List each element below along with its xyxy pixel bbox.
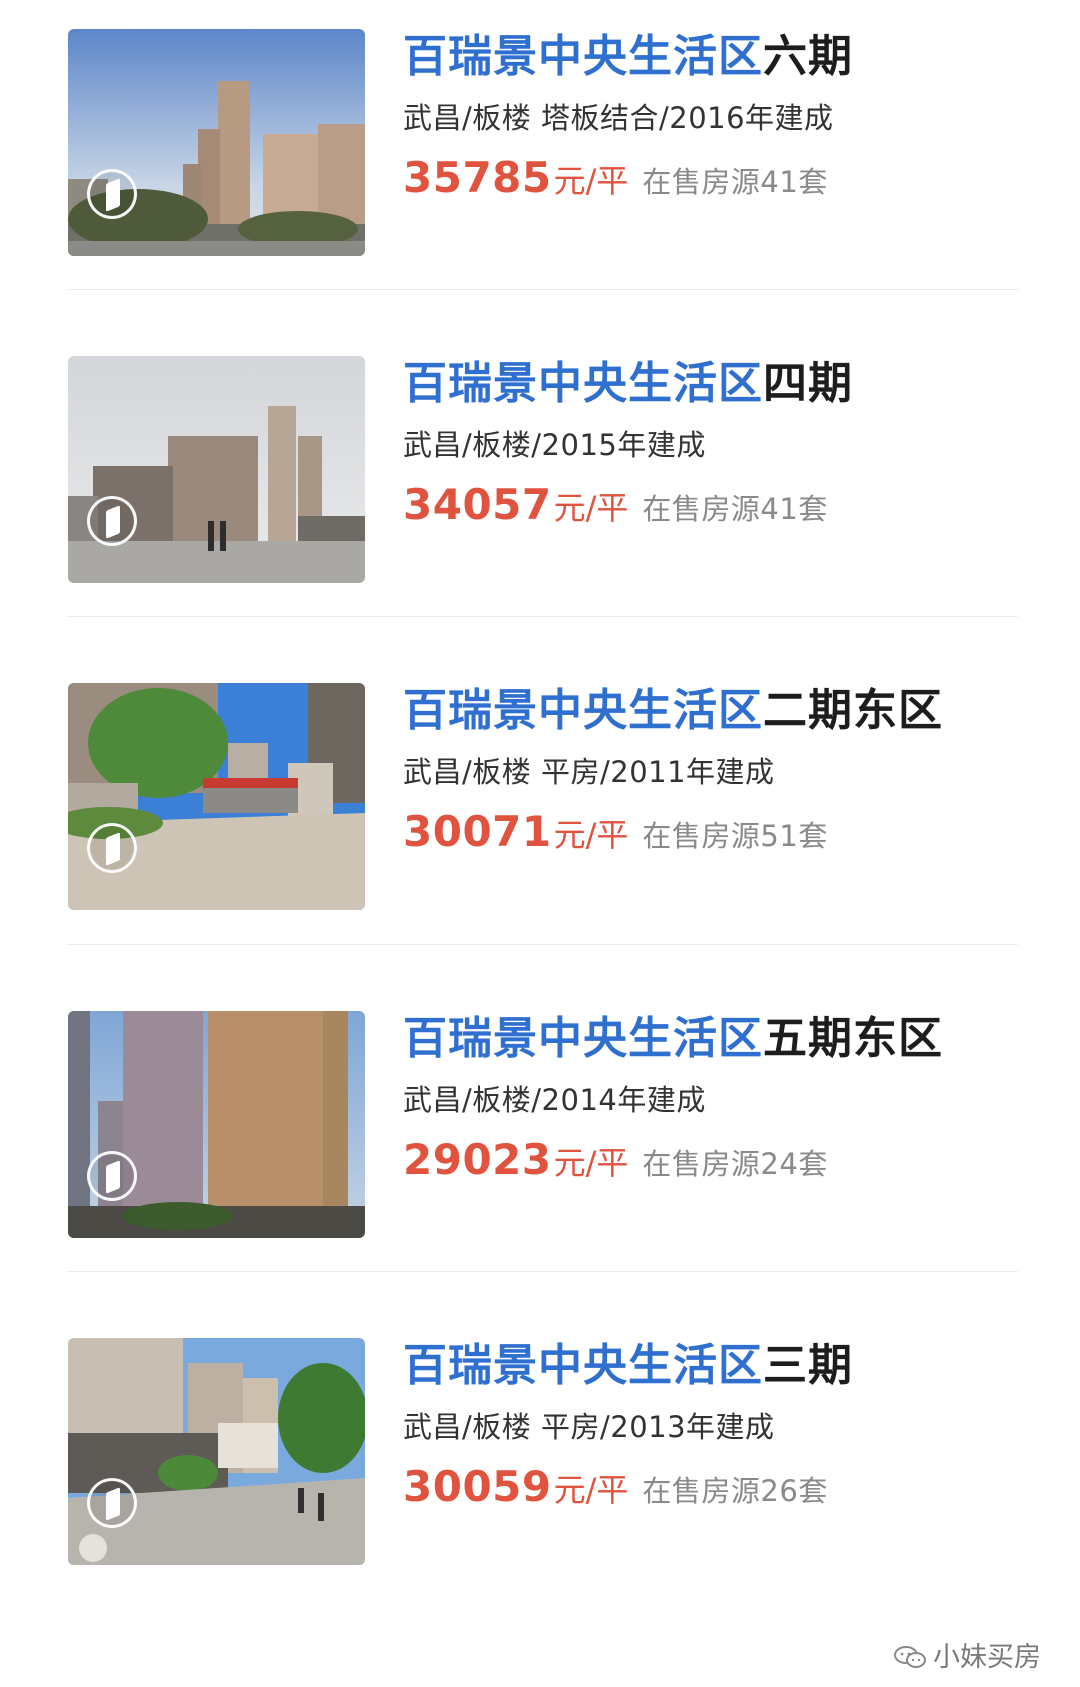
stock-count: 在售房源24套 xyxy=(642,1147,828,1181)
highrise-photo xyxy=(68,1011,365,1238)
title-phase: 六期 xyxy=(763,31,853,82)
list-item[interactable]: 百瑞景中央生活区五期东区 武昌/板楼/2014年建成 29023元/平 在售房源2… xyxy=(68,1011,1018,1239)
listing-meta: 武昌/板楼/2014年建成 xyxy=(403,1083,706,1117)
vr-panorama-icon[interactable] xyxy=(87,1478,137,1528)
price-unit: 元/平 xyxy=(553,1471,629,1509)
title-highlight: 百瑞景中央生活区 xyxy=(403,1340,763,1391)
listing-title[interactable]: 百瑞景中央生活区六期 xyxy=(403,29,853,85)
price-value: 30071 xyxy=(403,807,552,856)
street-towers-photo xyxy=(68,356,365,583)
watermark-text: 小妹买房 xyxy=(933,1642,1041,1673)
listing-meta: 武昌/板楼 平房/2013年建成 xyxy=(403,1410,775,1444)
vr-panorama-icon[interactable] xyxy=(87,496,137,546)
listing-thumbnail[interactable] xyxy=(68,683,365,910)
list-item[interactable]: 百瑞景中央生活区四期 武昌/板楼/2015年建成 34057元/平 在售房源41套 xyxy=(68,356,1018,584)
list-item[interactable]: 百瑞景中央生活区六期 武昌/板楼 塔板结合/2016年建成 35785元/平 在售… xyxy=(68,29,1018,257)
listing-meta: 武昌/板楼 平房/2011年建成 xyxy=(403,755,775,789)
list-item[interactable]: 百瑞景中央生活区二期东区 武昌/板楼 平房/2011年建成 30071元/平 在售… xyxy=(68,683,1018,911)
vr-panorama-icon[interactable] xyxy=(87,169,137,219)
divider xyxy=(68,944,1018,945)
listing-meta: 武昌/板楼 塔板结合/2016年建成 xyxy=(403,101,834,135)
title-phase: 五期东区 xyxy=(763,1013,943,1064)
price-row: 35785元/平 在售房源41套 xyxy=(403,153,828,202)
price-row: 30059元/平 在售房源26套 xyxy=(403,1462,828,1511)
stock-count: 在售房源51套 xyxy=(642,819,828,853)
divider xyxy=(68,1271,1018,1272)
listing-thumbnail[interactable] xyxy=(68,29,365,256)
title-highlight: 百瑞景中央生活区 xyxy=(403,358,763,409)
listing-thumbnail[interactable] xyxy=(68,1338,365,1565)
price-unit: 元/平 xyxy=(553,489,629,527)
price-row: 29023元/平 在售房源24套 xyxy=(403,1135,828,1184)
title-highlight: 百瑞景中央生活区 xyxy=(403,1013,763,1064)
price-value: 34057 xyxy=(403,480,552,529)
divider xyxy=(68,616,1018,617)
stock-count: 在售房源26套 xyxy=(642,1474,828,1508)
price-value: 30059 xyxy=(403,1462,552,1511)
title-highlight: 百瑞景中央生活区 xyxy=(403,685,763,736)
listing-title[interactable]: 百瑞景中央生活区二期东区 xyxy=(403,683,943,739)
watermark: 小妹买房 xyxy=(893,1635,1041,1674)
title-phase: 三期 xyxy=(763,1340,853,1391)
price-row: 34057元/平 在售房源41套 xyxy=(403,480,828,529)
list-item[interactable]: 百瑞景中央生活区三期 武昌/板楼 平房/2013年建成 30059元/平 在售房源… xyxy=(68,1338,1018,1566)
listing-thumbnail[interactable] xyxy=(68,356,365,583)
tower-sky-photo xyxy=(68,29,365,256)
listing-title[interactable]: 百瑞景中央生活区四期 xyxy=(403,356,853,412)
price-unit: 元/平 xyxy=(553,162,629,200)
wechat-icon xyxy=(894,1646,926,1668)
title-phase: 四期 xyxy=(763,358,853,409)
listing-thumbnail[interactable] xyxy=(68,1011,365,1238)
price-value: 29023 xyxy=(403,1135,552,1184)
listing-title[interactable]: 百瑞景中央生活区五期东区 xyxy=(403,1011,943,1067)
stock-count: 在售房源41套 xyxy=(642,492,828,526)
plaza-street-photo xyxy=(68,1338,365,1565)
listing-meta: 武昌/板楼/2015年建成 xyxy=(403,428,706,462)
listing-title[interactable]: 百瑞景中央生活区三期 xyxy=(403,1338,853,1394)
vr-panorama-icon[interactable] xyxy=(87,1151,137,1201)
title-phase: 二期东区 xyxy=(763,685,943,736)
price-unit: 元/平 xyxy=(553,1144,629,1182)
price-unit: 元/平 xyxy=(553,816,629,854)
gate-entrance-photo xyxy=(68,683,365,910)
price-row: 30071元/平 在售房源51套 xyxy=(403,807,828,856)
title-highlight: 百瑞景中央生活区 xyxy=(403,31,763,82)
stock-count: 在售房源41套 xyxy=(642,165,828,199)
divider xyxy=(68,289,1018,290)
vr-panorama-icon[interactable] xyxy=(87,823,137,873)
price-value: 35785 xyxy=(403,153,552,202)
